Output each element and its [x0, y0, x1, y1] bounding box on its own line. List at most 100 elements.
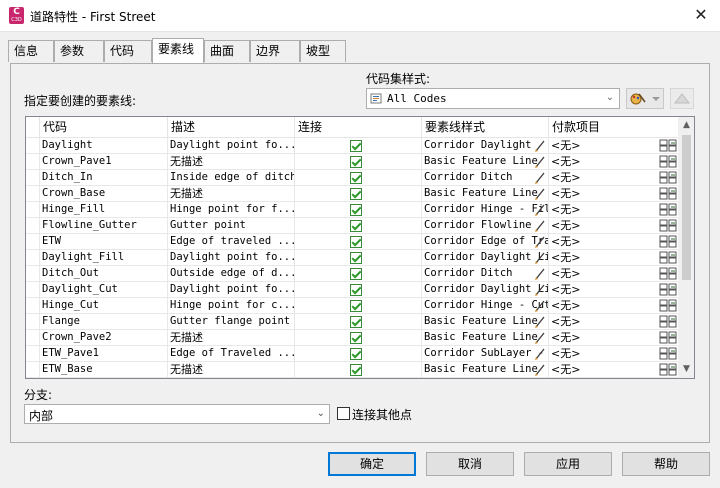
row-selector[interactable] [26, 330, 40, 346]
cell-feature-line-style[interactable]: Corridor Daylight Line [422, 282, 549, 298]
pay-item-picker-icon[interactable] [659, 187, 677, 201]
cell-code[interactable]: ETW_Pave1 [40, 346, 168, 362]
cell-code[interactable]: Flowline_Gutter [40, 218, 168, 234]
cell-pay-item[interactable]: <无> [549, 186, 678, 202]
cell-pay-item[interactable]: <无> [549, 234, 678, 250]
table-row[interactable]: Ditch_Out Outside edge of d... Corridor Di… [26, 266, 678, 282]
pay-item-picker-icon[interactable] [659, 267, 677, 281]
table-row[interactable]: Hinge_Fill Hinge point for f... Corridor H… [26, 202, 678, 218]
header-connect[interactable]: 连接 [295, 117, 422, 137]
cell-pay-item[interactable]: <无> [549, 330, 678, 346]
table-row[interactable]: Daylight_Fill Daylight point fo... Corrido… [26, 250, 678, 266]
tab-boundaries[interactable]: 边界 [250, 40, 300, 62]
pay-item-picker-icon[interactable] [659, 219, 677, 233]
pencil-icon[interactable] [533, 139, 547, 153]
cell-description[interactable]: 无描述 [168, 154, 295, 170]
cell-feature-line-style[interactable]: Corridor Daylight Line [422, 250, 549, 266]
apply-button[interactable]: 应用 [524, 452, 612, 476]
cell-description[interactable]: Outside edge of d... [168, 266, 295, 282]
connect-checkbox[interactable] [350, 316, 362, 328]
pay-item-picker-icon[interactable] [659, 299, 677, 313]
pay-item-picker-icon[interactable] [659, 331, 677, 345]
cell-feature-line-style[interactable]: Corridor Ditch [422, 266, 549, 282]
cell-description[interactable]: 无描述 [168, 186, 295, 202]
tab-info[interactable]: 信息 [8, 40, 54, 62]
cell-feature-line-style[interactable]: Corridor Flowline [422, 218, 549, 234]
scroll-thumb[interactable] [682, 135, 691, 280]
table-row[interactable]: Flange Gutter flange point Basic Feature L… [26, 314, 678, 330]
cell-feature-line-style[interactable]: Corridor Hinge - Fill [422, 202, 549, 218]
row-selector[interactable] [26, 282, 40, 298]
header-code[interactable]: 代码 [40, 117, 168, 137]
cell-description[interactable]: Inside edge of ditch [168, 170, 295, 186]
cell-feature-line-style[interactable]: Corridor Edge of Travel [422, 234, 549, 250]
cell-code[interactable]: Daylight_Cut [40, 282, 168, 298]
tab-codes[interactable]: 代码 [104, 40, 152, 62]
pay-item-picker-icon[interactable] [659, 155, 677, 169]
cell-pay-item[interactable]: <无> [549, 266, 678, 282]
table-row[interactable]: Hinge_Cut Hinge point for c... Corridor Hi… [26, 298, 678, 314]
cell-code[interactable]: Daylight [40, 138, 168, 154]
connect-checkbox[interactable] [350, 172, 362, 184]
cell-code[interactable]: Ditch_In [40, 170, 168, 186]
connect-checkbox[interactable] [350, 300, 362, 312]
cell-pay-item[interactable]: <无> [549, 154, 678, 170]
pencil-icon[interactable] [533, 267, 547, 281]
cell-feature-line-style[interactable]: Corridor Ditch [422, 170, 549, 186]
cell-description[interactable]: Hinge point for c... [168, 298, 295, 314]
pay-item-picker-icon[interactable] [659, 283, 677, 297]
cell-pay-item[interactable]: <无> [549, 250, 678, 266]
branch-select[interactable]: 内部 ⌄ [24, 404, 330, 424]
pencil-icon[interactable] [533, 219, 547, 233]
pencil-icon[interactable] [533, 235, 547, 249]
cell-code[interactable]: Hinge_Cut [40, 298, 168, 314]
pay-item-picker-icon[interactable] [659, 347, 677, 361]
pencil-icon[interactable] [533, 363, 547, 377]
cell-description[interactable]: Daylight point fo... [168, 250, 295, 266]
table-row[interactable]: Ditch_In Inside edge of ditch Corridor Dit… [26, 170, 678, 186]
row-selector[interactable] [26, 218, 40, 234]
table-row[interactable]: ETW_Base 无描述 Basic Feature Line <无> [26, 362, 678, 378]
row-selector[interactable] [26, 266, 40, 282]
cell-description[interactable]: Gutter point [168, 218, 295, 234]
row-selector[interactable] [26, 138, 40, 154]
cell-description[interactable]: Hinge point for f... [168, 202, 295, 218]
cell-pay-item[interactable]: <无> [549, 282, 678, 298]
header-feature-line-style[interactable]: 要素线样式 [422, 117, 549, 137]
tab-surfaces[interactable]: 曲面 [204, 40, 250, 62]
table-row[interactable]: Flowline_Gutter Gutter point Corridor Flow… [26, 218, 678, 234]
cell-pay-item[interactable]: <无> [549, 298, 678, 314]
tab-feature-lines[interactable]: 要素线 [152, 38, 204, 63]
connect-checkbox[interactable] [350, 204, 362, 216]
cell-pay-item[interactable]: <无> [549, 362, 678, 378]
cell-feature-line-style[interactable]: Basic Feature Line [422, 330, 549, 346]
cell-feature-line-style[interactable]: Corridor SubLayer - E [422, 346, 549, 362]
cell-code[interactable]: Ditch_Out [40, 266, 168, 282]
row-selector[interactable] [26, 314, 40, 330]
pay-item-picker-icon[interactable] [659, 235, 677, 249]
table-row[interactable]: Crown_Pave2 无描述 Basic Feature Line <无> [26, 330, 678, 346]
help-button[interactable]: 帮助 [622, 452, 710, 476]
scroll-up-icon[interactable]: ▲ [678, 117, 694, 134]
cell-description[interactable]: Daylight point fo... [168, 282, 295, 298]
pencil-icon[interactable] [533, 171, 547, 185]
cell-feature-line-style[interactable]: Basic Feature Line [422, 154, 549, 170]
scroll-down-icon[interactable]: ▼ [678, 361, 694, 378]
cell-pay-item[interactable]: <无> [549, 202, 678, 218]
pay-item-picker-icon[interactable] [659, 139, 677, 153]
header-pay-item[interactable]: 付款项目 [549, 117, 678, 137]
pencil-icon[interactable] [533, 315, 547, 329]
cell-code[interactable]: Crown_Pave2 [40, 330, 168, 346]
row-selector[interactable] [26, 346, 40, 362]
cell-description[interactable]: Daylight point fo... [168, 138, 295, 154]
code-set-style-select[interactable]: All Codes ⌄ [366, 88, 620, 109]
table-row[interactable]: ETW_Pave1 Edge of Traveled ... Corridor Su… [26, 346, 678, 362]
cell-description[interactable]: Edge of traveled ... [168, 234, 295, 250]
cell-pay-item[interactable]: <无> [549, 218, 678, 234]
pencil-icon[interactable] [533, 187, 547, 201]
pencil-icon[interactable] [533, 299, 547, 313]
ok-button[interactable]: 确定 [328, 452, 416, 476]
cell-code[interactable]: Hinge_Fill [40, 202, 168, 218]
pay-item-picker-icon[interactable] [659, 251, 677, 265]
cell-description[interactable]: Gutter flange point [168, 314, 295, 330]
